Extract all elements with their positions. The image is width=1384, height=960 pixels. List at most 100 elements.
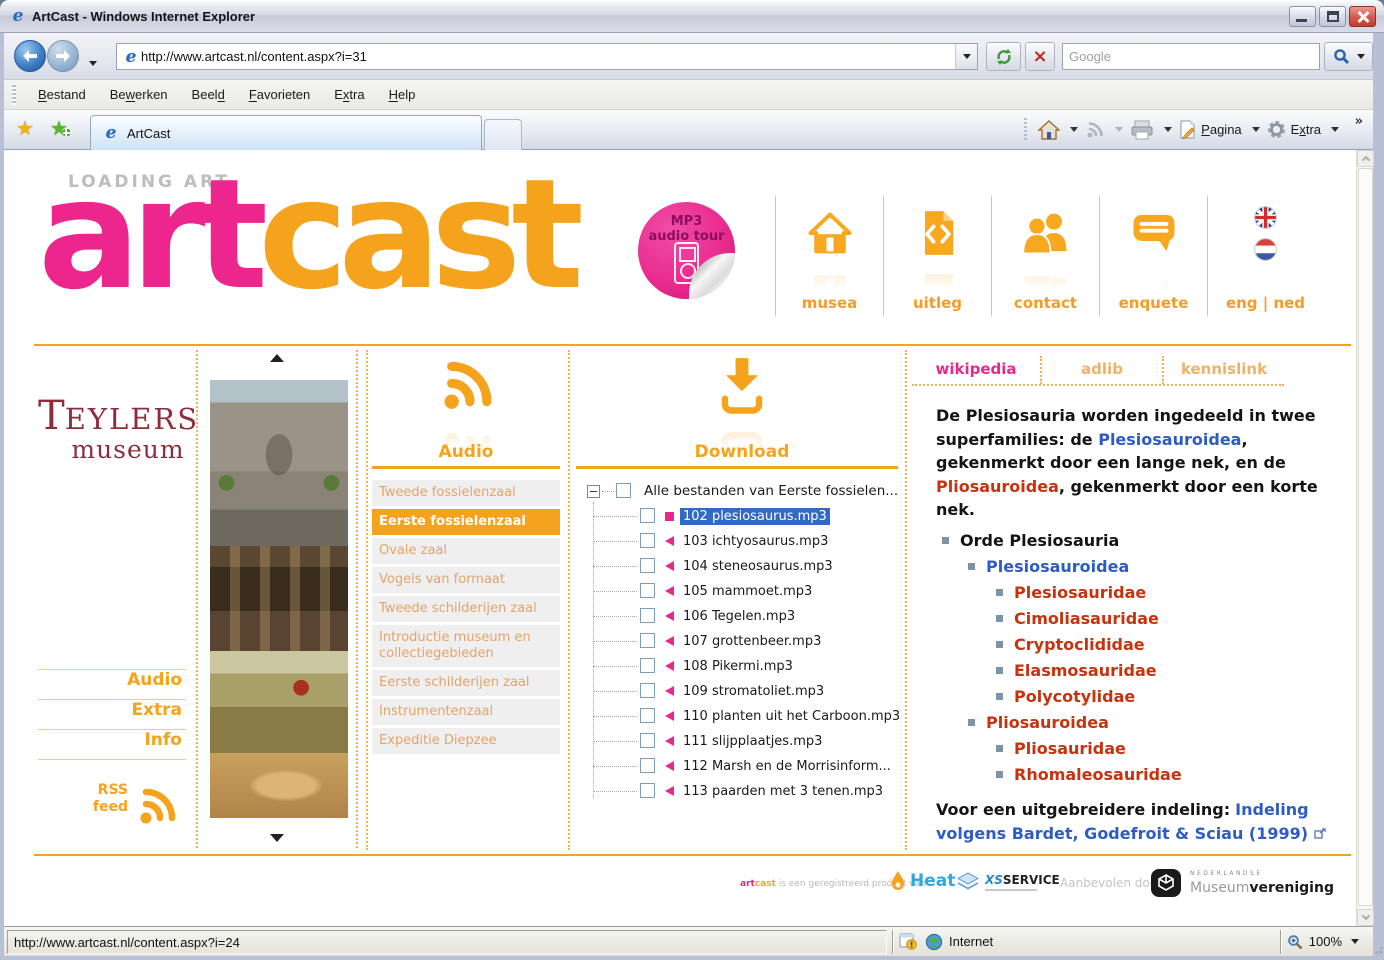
room-item[interactable]: Tweede fossielenzaal: [372, 480, 560, 506]
file-name[interactable]: 102 plesiosaurus.mp3: [680, 508, 830, 525]
nav-contact[interactable]: contact: [991, 196, 1099, 316]
page-dropdown[interactable]: [1251, 127, 1260, 136]
room-item[interactable]: Expeditie Diepzee: [372, 728, 560, 754]
xsservice-logo[interactable]: XSSERVICE: [956, 872, 1060, 892]
add-favorite-icon[interactable]: ★: [50, 118, 70, 138]
feeds-icon[interactable]: [1085, 120, 1105, 140]
file-checkbox[interactable]: [640, 583, 655, 598]
menu-item[interactable]: Bewerken: [98, 83, 180, 106]
room-item[interactable]: Eerste schilderijen zaal: [372, 670, 560, 696]
pliosauroidea-link[interactable]: Pliosauroidea: [936, 477, 1059, 496]
file-name[interactable]: 108 Pikermi.mp3: [680, 658, 796, 675]
page-button[interactable]: Pagina: [1179, 120, 1242, 139]
file-name[interactable]: 104 steneosaurus.mp3: [680, 558, 836, 575]
file-name[interactable]: 106 Tegelen.mp3: [680, 608, 798, 625]
fossil-map-photo[interactable]: [210, 753, 348, 818]
search-options-dropdown[interactable]: [1356, 54, 1365, 63]
strip-scroll-up-icon[interactable]: [270, 354, 284, 362]
taxonomy-item[interactable]: Plesiosauridae: [912, 580, 1348, 606]
print-dropdown[interactable]: [1164, 127, 1173, 136]
museum-interior-photo[interactable]: [210, 546, 348, 651]
file-checkbox[interactable]: [640, 608, 655, 623]
room-item[interactable]: Eerste fossielenzaal: [372, 509, 560, 535]
history-dropdown[interactable]: [89, 61, 97, 70]
close-button[interactable]: [1349, 5, 1376, 27]
stop-button[interactable]: ×: [1025, 42, 1055, 71]
file-checkbox[interactable]: [640, 733, 655, 748]
file-checkbox[interactable]: [640, 708, 655, 723]
taxonomy-item[interactable]: Cryptoclididae: [912, 632, 1348, 658]
file-name[interactable]: 105 mammoet.mp3: [680, 583, 815, 600]
heat-logo[interactable]: Heat: [890, 870, 955, 892]
title-bar[interactable]: ArtCast - Windows Internet Explorer: [0, 0, 1384, 33]
file-name[interactable]: 111 slijpplaatjes.mp3: [680, 733, 825, 750]
scroll-up-button[interactable]: [1357, 150, 1374, 167]
file-name[interactable]: 112 Marsh en de Morrisinform...: [680, 758, 894, 775]
room-item[interactable]: Tweede schilderijen zaal: [372, 596, 560, 622]
plesiosauroidea-link[interactable]: Plesiosauroidea: [1098, 430, 1241, 449]
info-tab[interactable]: wikipedia: [912, 356, 1040, 384]
file-name[interactable]: 110 planten uit het Carboon.mp3: [680, 708, 903, 725]
url-field[interactable]: [116, 43, 978, 70]
site-logo[interactable]: artcast: [38, 154, 584, 316]
home-icon[interactable]: [1038, 119, 1061, 140]
sidebar-link[interactable]: Info: [38, 729, 186, 759]
refresh-button[interactable]: [986, 42, 1021, 71]
new-tab-stub[interactable]: [484, 119, 522, 150]
taxonomy-item[interactable]: Pliosauridae: [912, 736, 1348, 762]
instrument-room-photo[interactable]: [210, 651, 348, 753]
feeds-dropdown[interactable]: [1115, 127, 1124, 136]
taxonomy-item[interactable]: Elasmosauridae: [912, 658, 1348, 684]
menu-item[interactable]: Favorieten: [237, 83, 322, 106]
teylers-museum-logo[interactable]: TEYLERS museum: [38, 393, 197, 464]
resize-grip[interactable]: [1374, 941, 1384, 954]
museum-facade-photo[interactable]: [210, 380, 348, 546]
taxonomy-item[interactable]: Cimoliasauridae: [912, 606, 1348, 632]
back-button[interactable]: [14, 40, 46, 72]
file-checkbox[interactable]: [640, 783, 655, 798]
taxonomy-item[interactable]: Polycotylidae: [912, 684, 1348, 710]
home-dropdown[interactable]: [1070, 127, 1079, 136]
url-input[interactable]: [141, 49, 955, 64]
sidebar-link[interactable]: Extra: [38, 699, 186, 729]
nav-enquete[interactable]: enquete: [1099, 196, 1207, 316]
minimize-button[interactable]: [1289, 5, 1316, 27]
search-button[interactable]: [1324, 42, 1373, 71]
search-box[interactable]: [1062, 43, 1320, 70]
room-item[interactable]: Vogels van formaat: [372, 567, 560, 593]
room-item[interactable]: Instrumentenzaal: [372, 699, 560, 725]
sidebar-link[interactable]: Audio: [38, 669, 186, 699]
tree-root-label[interactable]: Alle bestanden van Eerste fossielen...: [644, 483, 898, 499]
url-dropdown-button[interactable]: [955, 44, 977, 69]
menu-item[interactable]: Extra: [322, 83, 376, 106]
rss-feed-link[interactable]: RSS feed: [38, 780, 186, 832]
strip-scroll-down-icon[interactable]: [270, 834, 284, 842]
file-checkbox[interactable]: [640, 758, 655, 773]
file-name[interactable]: 109 stromatoliet.mp3: [680, 683, 827, 700]
print-icon[interactable]: [1130, 120, 1154, 140]
maximize-button[interactable]: [1319, 5, 1346, 27]
taxonomy-item[interactable]: Orde Plesiosauria: [912, 528, 1348, 554]
taxonomy-item[interactable]: Rhomaleosauridae: [912, 762, 1348, 788]
room-item[interactable]: Introductie museum en collectiegebieden: [372, 625, 560, 667]
file-checkbox[interactable]: [640, 558, 655, 573]
file-checkbox[interactable]: [640, 683, 655, 698]
taxonomy-item[interactable]: Pliosauroidea: [912, 710, 1348, 736]
menu-item[interactable]: Bestand: [26, 83, 98, 106]
search-input[interactable]: [1069, 49, 1313, 64]
info-tab[interactable]: adlib: [1040, 356, 1162, 384]
tools-dropdown[interactable]: [1331, 127, 1339, 136]
taxonomy-item[interactable]: Plesiosauroidea: [912, 554, 1348, 580]
info-tab[interactable]: kennislink: [1162, 356, 1284, 384]
museumvereniging-logo[interactable]: NEDERLANDSE Museumvereniging: [1150, 868, 1334, 898]
vertical-scrollbar[interactable]: [1356, 150, 1374, 926]
favorites-star-icon[interactable]: ★: [16, 118, 34, 138]
file-name[interactable]: 103 ichtyosaurus.mp3: [680, 533, 831, 550]
tools-button[interactable]: Extra: [1267, 120, 1321, 139]
file-checkbox[interactable]: [640, 533, 655, 548]
nav-language[interactable]: eng | ned: [1207, 196, 1323, 316]
toolbar-grip[interactable]: [12, 84, 16, 105]
collapse-icon[interactable]: [587, 485, 600, 498]
file-checkbox[interactable]: [640, 658, 655, 673]
menu-item[interactable]: Beeld: [180, 83, 237, 106]
